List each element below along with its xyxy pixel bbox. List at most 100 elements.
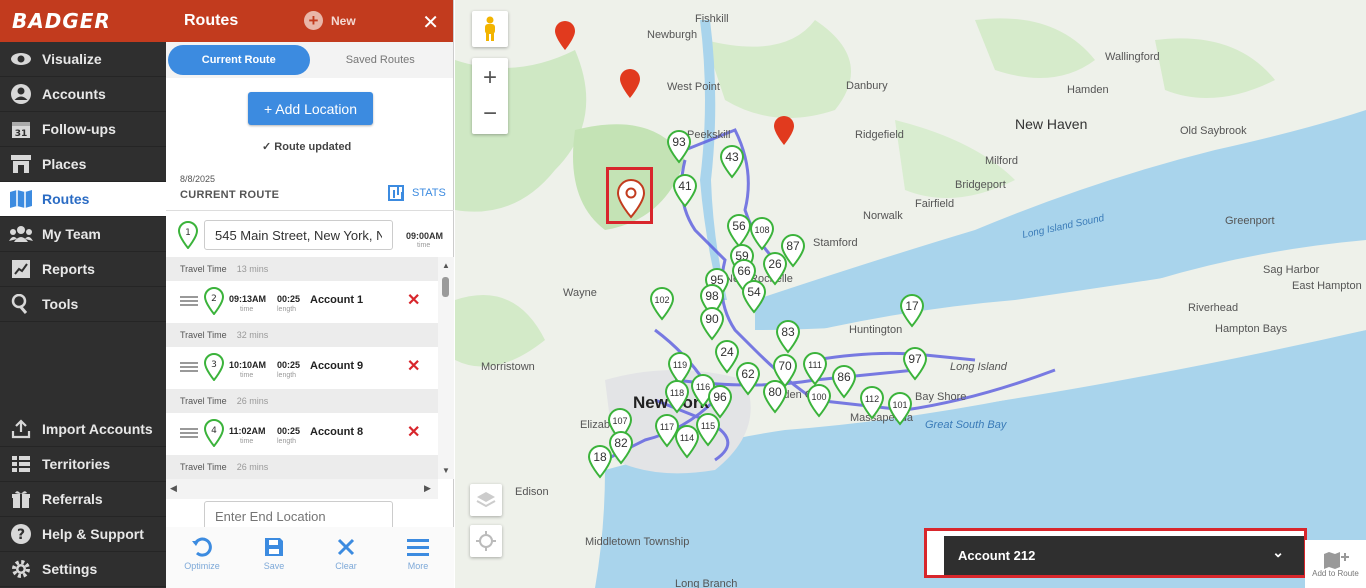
start-address-input[interactable]: [204, 220, 393, 250]
current-route-label: CURRENT ROUTE: [180, 189, 280, 201]
stop-time: 11:02AM: [229, 426, 266, 436]
add-to-route-button[interactable]: Add to Route: [1305, 540, 1366, 588]
selected-account-panel[interactable]: Account 212 ⌄: [944, 536, 1304, 575]
nav-my-team[interactable]: My Team: [0, 217, 166, 252]
svg-text:4: 4: [211, 426, 217, 436]
green-pin-label: 90: [705, 312, 719, 326]
new-route-button[interactable]: + New: [304, 11, 356, 30]
stop-account[interactable]: Account 1: [310, 294, 363, 306]
vertical-scrollbar[interactable]: ▲ ▼: [438, 257, 454, 479]
travel-time-row: Travel Time 32 mins: [166, 323, 438, 347]
stop-pin-icon: 2: [204, 287, 224, 315]
nav-settings[interactable]: Settings: [0, 552, 166, 587]
green-pin-label: 107: [612, 416, 627, 426]
svg-text:Fairfield: Fairfield: [915, 198, 954, 210]
street-view-icon[interactable]: [472, 11, 508, 47]
green-pin-label: 102: [654, 295, 669, 305]
selected-pin-highlight[interactable]: [606, 167, 653, 224]
green-pin-label: 43: [725, 150, 739, 164]
travel-value: 13 mins: [236, 264, 269, 274]
green-pin-label: 101: [892, 400, 907, 410]
stop-pin-icon: 3: [204, 353, 224, 381]
remove-stop-icon[interactable]: ✕: [407, 422, 420, 442]
scroll-up-icon[interactable]: ▲: [442, 261, 450, 270]
optimize-button[interactable]: Optimize: [166, 527, 238, 588]
selected-account-name: Account 212: [958, 548, 1036, 563]
save-button[interactable]: Save: [238, 527, 310, 588]
save-label: Save: [263, 561, 285, 571]
green-pin-label: 86: [837, 370, 851, 384]
horizontal-scrollbar[interactable]: ◀ ▶: [166, 479, 438, 499]
nav-accounts[interactable]: Accounts: [0, 77, 166, 112]
more-label: More: [407, 561, 429, 571]
grid-icon: [8, 453, 34, 475]
nav-help-support[interactable]: ? Help & Support: [0, 517, 166, 552]
selected-account-bar[interactable]: Account 212 ⌄: [924, 528, 1307, 578]
green-pin-label: 66: [737, 264, 751, 278]
svg-text:Wallingford: Wallingford: [1105, 51, 1160, 63]
green-pin-label: 80: [768, 385, 782, 399]
scroll-down-icon[interactable]: ▼: [442, 466, 450, 475]
nav-import-accounts[interactable]: Import Accounts: [0, 412, 166, 447]
svg-text:Long Branch: Long Branch: [675, 578, 737, 588]
close-icon[interactable]: ✕: [422, 10, 439, 35]
nav-places[interactable]: Places: [0, 147, 166, 182]
stats-button[interactable]: STATS: [388, 185, 446, 201]
map-view[interactable]: Newburgh Fishkill West Point Peekskill D…: [455, 0, 1366, 588]
map-canvas[interactable]: Newburgh Fishkill West Point Peekskill D…: [455, 0, 1366, 588]
stop-time: 10:10AM: [229, 360, 267, 370]
stop-account[interactable]: Account 9: [310, 360, 363, 372]
map-icon: [8, 188, 34, 210]
my-location-icon[interactable]: [470, 525, 502, 557]
bar-chart-icon: [388, 185, 404, 201]
tab-saved-routes[interactable]: Saved Routes: [310, 45, 452, 75]
green-pin-label: 87: [786, 239, 800, 253]
nav-territories[interactable]: Territories: [0, 447, 166, 482]
svg-text:Ridgefield: Ridgefield: [855, 129, 904, 141]
scroll-thumb[interactable]: [442, 277, 449, 297]
list-item: 4 11:02AM time 00:25 length Account 8 ✕: [166, 413, 438, 455]
green-pin-label: 111: [808, 360, 822, 370]
wrench-icon: [8, 293, 34, 315]
add-location-button[interactable]: + Add Location: [248, 92, 373, 125]
svg-text:Wayne: Wayne: [563, 287, 597, 299]
scroll-right-icon[interactable]: ▶: [424, 483, 431, 494]
nav-visualize[interactable]: Visualize: [0, 42, 166, 77]
zoom-in-icon[interactable]: +: [483, 60, 497, 96]
route-actions: Optimize Save Clear More: [166, 527, 454, 588]
green-pin-label: 93: [672, 135, 686, 149]
remove-stop-icon[interactable]: ✕: [407, 290, 420, 310]
clear-button[interactable]: Clear: [310, 527, 382, 588]
scroll-left-icon[interactable]: ◀: [170, 483, 177, 494]
remove-stop-icon[interactable]: ✕: [407, 356, 420, 376]
upload-icon: [8, 418, 34, 440]
drag-handle-icon[interactable]: [180, 362, 198, 372]
stop-account[interactable]: Account 8: [310, 426, 363, 438]
clear-label: Clear: [335, 561, 357, 571]
nav-tools[interactable]: Tools: [0, 287, 166, 322]
start-time: 09:00AM: [406, 231, 444, 241]
drag-handle-icon[interactable]: [180, 428, 198, 438]
stop-duration: 00:25: [277, 360, 301, 370]
layers-icon[interactable]: [470, 484, 502, 516]
travel-time-row: Travel Time 26 mins: [166, 389, 438, 413]
nav-routes[interactable]: Routes: [0, 182, 166, 217]
svg-text:Long Island: Long Island: [950, 361, 1008, 373]
nav-label: Import Accounts: [42, 421, 153, 437]
drag-handle-icon[interactable]: [180, 296, 198, 306]
nav-label: Settings: [42, 561, 98, 577]
report-icon: [8, 258, 34, 280]
nav-reports[interactable]: Reports: [0, 252, 166, 287]
badger-logo[interactable]: BADGER: [0, 0, 166, 42]
nav-follow-ups[interactable]: 31 Follow-ups: [0, 112, 166, 147]
nav-referrals[interactable]: Referrals: [0, 482, 166, 517]
tab-current-route[interactable]: Current Route: [168, 45, 310, 75]
svg-text:Milford: Milford: [985, 155, 1018, 167]
sidebar: BADGER Visualize Accounts 31 Follow-ups …: [0, 0, 166, 588]
travel-time-row: Travel Time 26 mins: [166, 455, 438, 479]
svg-text:Hampton Bays: Hampton Bays: [1215, 323, 1288, 335]
chevron-down-icon[interactable]: ⌄: [1272, 544, 1284, 561]
team-icon: [8, 223, 34, 245]
zoom-out-icon[interactable]: −: [483, 96, 497, 132]
more-button[interactable]: More: [382, 527, 454, 588]
